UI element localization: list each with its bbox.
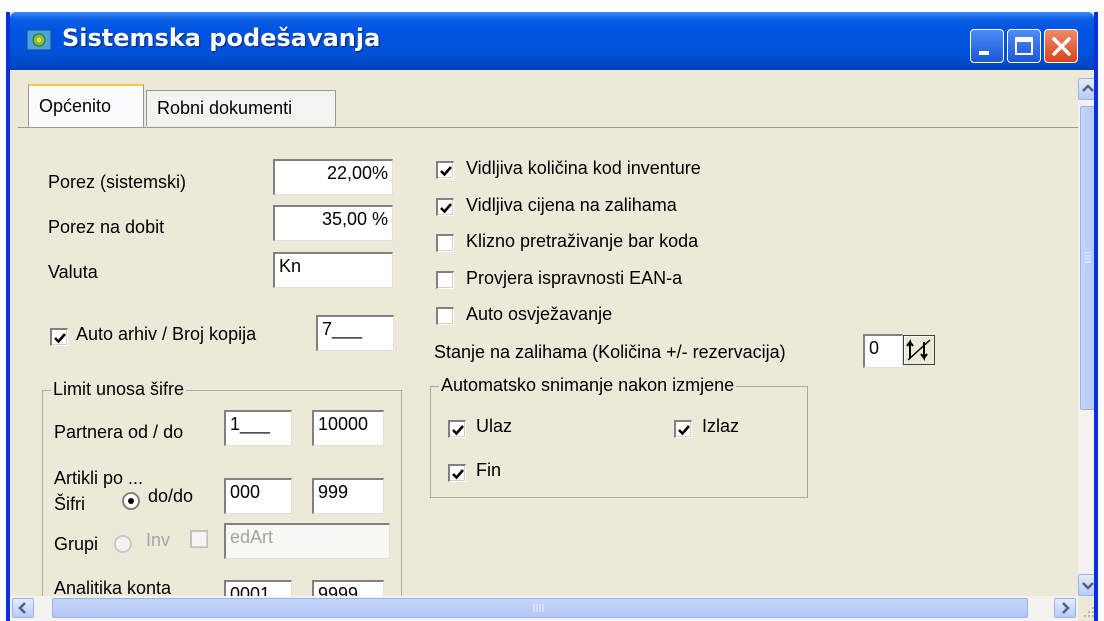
valuta-label: Valuta xyxy=(48,262,98,282)
vidljiva-cijena-label: Vidljiva cijena na zalihama xyxy=(466,195,677,215)
horizontal-scroll-thumb[interactable] xyxy=(52,598,1028,618)
checkmark-icon xyxy=(452,469,464,480)
partnera-od-input[interactable]: 1___ xyxy=(224,410,292,446)
checkmark-icon xyxy=(452,425,464,436)
settings-app-icon xyxy=(26,29,52,51)
izlaz-label: Izlaz xyxy=(702,416,740,436)
checkmark-icon xyxy=(440,166,452,177)
arrow-left-icon xyxy=(18,602,26,614)
porez-sistemski-input[interactable]: 22,00% xyxy=(273,159,393,195)
inv-label: Inv xyxy=(146,530,171,550)
porez-na-dobit-input[interactable]: 35,00 % xyxy=(273,205,393,241)
sifri-label: Šifri xyxy=(54,494,85,514)
fin-checkbox[interactable] xyxy=(448,464,466,482)
ulaz-label: Ulaz xyxy=(476,416,513,436)
klizno-pretrazivanje-label: Klizno pretraživanje bar koda xyxy=(466,231,699,251)
porez-na-dobit-label: Porez na dobit xyxy=(48,217,165,237)
limit-unosa-sifre-title: Limit unosa šifre xyxy=(51,379,187,400)
sifri-do-input[interactable]: 999 xyxy=(312,478,384,514)
grip-icon xyxy=(1085,252,1091,263)
valuta-input[interactable]: Kn xyxy=(273,252,393,288)
sifri-radio[interactable] xyxy=(122,492,140,510)
grupi-input[interactable]: edArt xyxy=(224,523,390,559)
stanje-input[interactable]: 0 xyxy=(863,334,903,368)
auto-osvjezavanje-checkbox[interactable] xyxy=(436,307,454,325)
settings-window: Sistemska podešavanja Općenito Robni dok… xyxy=(6,12,1098,621)
spin-updown-icon xyxy=(906,339,931,361)
do-do-label: do/do xyxy=(148,486,194,506)
window-title: Sistemska podešavanja xyxy=(62,24,381,52)
automatsko-snimanje-group: Automatsko snimanje nakon izmjene xyxy=(430,375,808,498)
grupi-radio[interactable] xyxy=(114,535,132,553)
scroll-down-button[interactable] xyxy=(1078,574,1094,596)
tab-robni-dokumenti[interactable]: Robni dokumenti xyxy=(146,90,336,126)
arrow-right-icon xyxy=(1062,602,1070,614)
radio-dot xyxy=(128,498,134,504)
scroll-right-button[interactable] xyxy=(1054,598,1076,618)
ulaz-checkbox[interactable] xyxy=(448,420,466,438)
fin-label: Fin xyxy=(476,460,502,480)
izlaz-checkbox[interactable] xyxy=(674,420,692,438)
auto-arhiv-checkbox[interactable] xyxy=(50,328,68,346)
klizno-pretrazivanje-checkbox[interactable] xyxy=(436,234,454,252)
title-bar[interactable]: Sistemska podešavanja xyxy=(10,12,1094,70)
partnera-label: Partnera od / do xyxy=(54,422,184,442)
minimize-icon xyxy=(979,51,989,55)
maximize-icon xyxy=(1015,37,1033,55)
vidljiva-kolicina-checkbox[interactable] xyxy=(436,161,454,179)
resize-grip-icon xyxy=(1084,607,1094,617)
scroll-left-button[interactable] xyxy=(12,598,34,618)
scroll-up-button[interactable] xyxy=(1078,78,1094,100)
auto-arhiv-label: Auto arhiv / Broj kopija xyxy=(76,324,257,344)
tab-opcenito[interactable]: Općenito xyxy=(28,84,144,128)
checkmark-icon xyxy=(678,425,690,436)
provjera-ean-label: Provjera ispravnosti EAN-a xyxy=(466,268,683,288)
checkmark-icon xyxy=(440,203,452,214)
arrow-up-icon xyxy=(1082,84,1094,92)
minimize-button[interactable] xyxy=(970,29,1004,63)
vertical-scroll-thumb[interactable] xyxy=(1080,106,1094,410)
grip-icon xyxy=(533,604,544,612)
vidljiva-kolicina-label: Vidljiva količina kod inventure xyxy=(466,158,701,178)
inv-checkbox[interactable] xyxy=(190,530,208,548)
auto-osvjezavanje-label: Auto osvježavanje xyxy=(466,304,613,324)
provjera-ean-checkbox[interactable] xyxy=(436,271,454,289)
automatsko-snimanje-title: Automatsko snimanje nakon izmjene xyxy=(439,375,737,396)
porez-sistemski-label: Porez (sistemski) xyxy=(48,172,187,192)
size-grip[interactable] xyxy=(1078,596,1094,621)
sifri-od-input[interactable]: 000 xyxy=(224,478,292,514)
artikli-po-label: Artikli po ... xyxy=(54,468,144,488)
arrow-down-icon xyxy=(1082,582,1094,590)
vidljiva-cijena-checkbox[interactable] xyxy=(436,198,454,216)
close-button[interactable] xyxy=(1044,29,1078,63)
close-icon xyxy=(1052,37,1071,56)
tab-divider xyxy=(18,127,1080,128)
broj-kopija-input[interactable]: 7___ xyxy=(316,315,394,351)
grupi-label: Grupi xyxy=(54,534,99,554)
maximize-button[interactable] xyxy=(1007,29,1041,63)
checkmark-icon xyxy=(54,333,66,344)
stanje-na-zalihama-label: Stanje na zalihama (Količina +/- rezerva… xyxy=(434,342,786,362)
stanje-spin-button[interactable] xyxy=(903,335,935,365)
partnera-do-input[interactable]: 10000 xyxy=(312,410,384,446)
